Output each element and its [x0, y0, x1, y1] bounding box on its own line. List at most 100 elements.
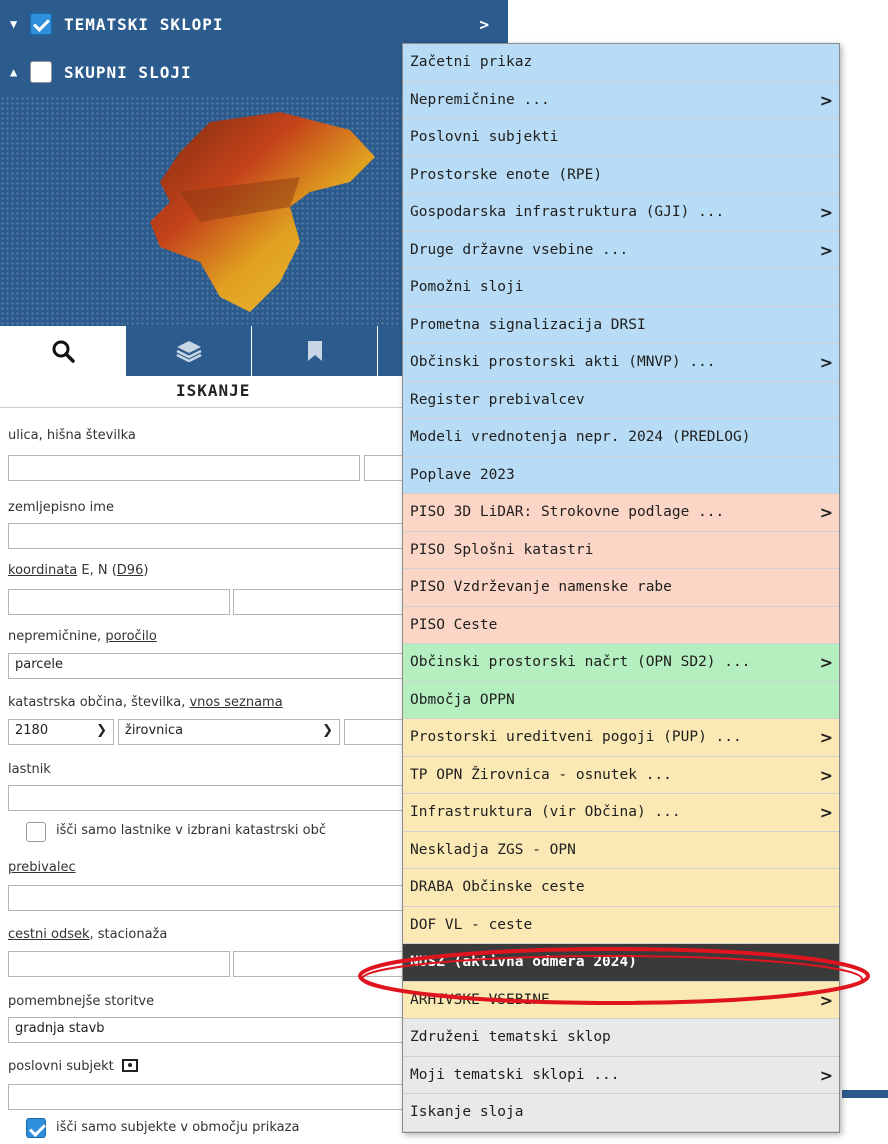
menu-item-label: Modeli vrednotenja nepr. 2024 (PREDLOG): [410, 429, 751, 445]
road-section-label: cestni odsek, stacionaža: [8, 927, 167, 942]
submenu-arrow-icon: >: [819, 990, 833, 1010]
locate-icon[interactable]: [121, 1059, 138, 1072]
cadastral-name-select[interactable]: žirovnica ❯: [118, 719, 340, 745]
place-name-input[interactable]: [8, 523, 404, 549]
resident-input[interactable]: [8, 885, 404, 911]
menu-item[interactable]: Prometna signalizacija DRSI: [403, 306, 839, 344]
menu-item[interactable]: NUSZ (aktivna odmera 2024): [403, 944, 839, 982]
submenu-arrow-icon: >: [819, 90, 833, 110]
layers-icon: [175, 341, 202, 362]
collapse-triangle-icon[interactable]: ▲: [10, 65, 30, 79]
menu-item[interactable]: TP OPN Žirovnica - osnutek ... >: [403, 756, 839, 794]
parcel-number-input[interactable]: [344, 719, 404, 745]
coordinate-link[interactable]: koordinata: [8, 563, 77, 578]
menu-item-label: Prostorske enote (RPE): [410, 166, 603, 183]
chevron-right-icon[interactable]: >: [479, 15, 490, 34]
business-area-checkbox[interactable]: [26, 1118, 46, 1138]
owner-only-label: išči samo lastnike v izbrani katastrski …: [56, 823, 327, 838]
house-number-input[interactable]: [364, 455, 404, 481]
menu-item[interactable]: Območja OPPN: [403, 681, 839, 719]
menu-item-label: PISO Vzdrževanje namenske rabe: [410, 579, 672, 595]
coordinate-label-end: ): [143, 563, 149, 578]
coordinate-e-input[interactable]: [8, 589, 230, 615]
common-checkbox[interactable]: [30, 61, 52, 83]
list-entry-link[interactable]: vnos seznama: [189, 695, 282, 710]
menu-item[interactable]: Modeli vrednotenja nepr. 2024 (PREDLOG): [403, 419, 839, 457]
submenu-arrow-icon: >: [819, 1065, 833, 1085]
coordinate-system-link[interactable]: D96: [117, 563, 144, 578]
expand-triangle-icon[interactable]: ▼: [10, 17, 30, 31]
owner-only-checkbox[interactable]: [26, 822, 46, 842]
property-type-select[interactable]: parcele: [8, 653, 404, 679]
menu-item[interactable]: Moji tematski sklopi ... >: [403, 1056, 839, 1094]
menu-item[interactable]: Prostorski ureditveni pogoji (PUP) ... >: [403, 719, 839, 757]
menu-item[interactable]: Nepremičnine ... >: [403, 81, 839, 119]
menu-item[interactable]: Gospodarska infrastruktura (GJI) ... >: [403, 194, 839, 232]
coordinate-label: koordinata E, N (D96): [8, 563, 148, 578]
submenu-arrow-icon: >: [819, 803, 833, 822]
tab-search[interactable]: [0, 326, 126, 376]
tab-bookmarks[interactable]: [252, 326, 378, 376]
business-label-text: poslovni subjekt: [8, 1059, 114, 1074]
menu-item-label: Prometna signalizacija DRSI: [410, 316, 646, 333]
menu-item[interactable]: Združeni tematski sklop: [403, 1019, 839, 1057]
chainage-input[interactable]: [233, 951, 404, 977]
road-section-input[interactable]: [8, 951, 230, 977]
menu-item-label: Območja OPPN: [410, 691, 515, 708]
resident-link[interactable]: prebivalec: [8, 860, 76, 875]
menu-item-label: Druge državne vsebine ...: [410, 241, 629, 258]
cadastral-label: katastrska občina, številka, vnos seznam…: [8, 695, 283, 710]
menu-item-label: Nepremičnine ...: [410, 91, 550, 108]
menu-item[interactable]: ARHIVSKE VSEBINE ... >: [403, 981, 839, 1019]
coordinate-label-text: E, N (: [77, 563, 117, 578]
thematic-checkbox[interactable]: [30, 13, 52, 35]
cadastral-label-text: katastrska občina, številka,: [8, 695, 190, 710]
menu-item[interactable]: Začetni prikaz: [403, 44, 839, 82]
chevron-down-icon: ❯: [96, 723, 107, 738]
menu-item[interactable]: Infrastruktura (vir Občina) ... >: [403, 794, 839, 832]
menu-item[interactable]: Druge državne vsebine ... >: [403, 231, 839, 269]
menu-item[interactable]: DRABA Občinske ceste: [403, 869, 839, 907]
tab-layers[interactable]: [126, 326, 252, 376]
menu-item[interactable]: PISO Ceste: [403, 606, 839, 644]
thematic-label: TEMATSKI SKLOPI: [64, 14, 224, 34]
submenu-arrow-icon: >: [819, 203, 833, 222]
submenu-arrow-icon: >: [819, 653, 833, 672]
menu-item[interactable]: Register prebivalcev: [403, 381, 839, 419]
street-input[interactable]: [8, 455, 360, 481]
road-section-link[interactable]: cestni odsek: [8, 927, 90, 942]
place-name-label: zemljepisno ime: [8, 500, 114, 515]
menu-item[interactable]: DOF VL - ceste: [403, 906, 839, 944]
resident-label: prebivalec: [8, 860, 76, 875]
menu-item[interactable]: Prostorske enote (RPE): [403, 156, 839, 194]
services-select[interactable]: gradnja stavb: [8, 1017, 404, 1043]
menu-item-label: TP OPN Žirovnica - osnutek ...: [410, 766, 672, 783]
street-label: ulica, hišna številka: [8, 428, 136, 443]
owner-input[interactable]: [8, 785, 404, 811]
menu-item[interactable]: Občinski prostorski načrt (OPN SD2) ... >: [403, 644, 839, 682]
menu-item[interactable]: Neskladja ZGS - OPN: [403, 831, 839, 869]
menu-item[interactable]: PISO Vzdrževanje namenske rabe: [403, 569, 839, 607]
menu-item[interactable]: Iskanje sloja: [403, 1094, 839, 1132]
menu-item[interactable]: Občinski prostorski akti (MNVP) ... >: [403, 344, 839, 382]
menu-item-label: Začetni prikaz: [410, 54, 533, 70]
menu-item[interactable]: PISO 3D LiDAR: Strokovne podlage ... >: [403, 494, 839, 532]
layer-group-thematic[interactable]: ▼ TEMATSKI SKLOPI >: [0, 0, 508, 48]
menu-item-label: ARHIVSKE VSEBINE ...: [410, 991, 585, 1008]
menu-item[interactable]: PISO Splošni katastri: [403, 531, 839, 569]
business-input[interactable]: [8, 1084, 404, 1110]
menu-item[interactable]: Poplave 2023: [403, 456, 839, 494]
menu-item[interactable]: Poslovni subjekti: [403, 119, 839, 157]
submenu-arrow-icon: >: [819, 503, 833, 522]
menu-item-label: Pomožni sloji: [410, 279, 524, 295]
scrollbar-edge[interactable]: [842, 1090, 888, 1098]
menu-item[interactable]: Pomožni sloji: [403, 269, 839, 307]
coordinate-n-input[interactable]: [233, 589, 404, 615]
menu-item-label: Občinski prostorski načrt (OPN SD2) ...: [410, 654, 751, 670]
report-link[interactable]: poročilo: [105, 629, 157, 644]
cadastral-code-value: 2180: [15, 723, 49, 738]
menu-item-label: PISO Splošni katastri: [410, 541, 594, 558]
menu-item-label: Register prebivalcev: [410, 391, 585, 408]
cadastral-code-select[interactable]: 2180 ❯: [8, 719, 114, 745]
bookmark-icon: [307, 341, 322, 361]
